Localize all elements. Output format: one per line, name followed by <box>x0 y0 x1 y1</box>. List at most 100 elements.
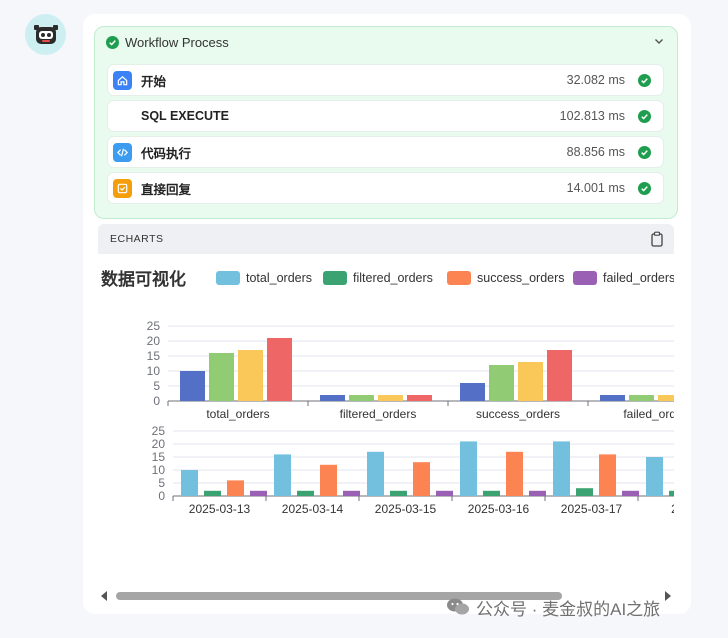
bar <box>274 454 291 496</box>
step-name: 直接回复 <box>141 182 192 197</box>
bar <box>599 454 616 496</box>
x-tick-label: filtered_orders <box>340 407 417 421</box>
bar <box>436 490 453 496</box>
bar <box>576 488 593 496</box>
code-block-header: ECHARTS <box>98 224 674 254</box>
check-circle-icon <box>638 110 651 123</box>
code-icon <box>113 142 132 162</box>
y-tick-label: 20 <box>152 437 166 451</box>
step-time: 102.813 ms <box>559 109 625 123</box>
step-time: 14.001 ms <box>566 181 625 195</box>
workflow-title: Workflow Process <box>125 34 229 50</box>
bar-chart-bottom: 051015 2025 2025-03-13 2025-03-14 2025-03-15… <box>152 424 674 516</box>
workflow-header[interactable]: Workflow Process <box>95 27 677 57</box>
bar <box>209 353 234 401</box>
x-tick-label: 2025-03-16 <box>468 502 530 516</box>
assistant-avatar <box>25 14 66 55</box>
bar <box>181 470 198 496</box>
step-time: 32.082 ms <box>566 73 625 87</box>
step-name: 代码执行 <box>141 146 192 161</box>
bar <box>413 462 430 496</box>
y-tick-label: 5 <box>158 476 165 490</box>
legend-label: failed_orders <box>603 271 674 285</box>
bar <box>180 371 205 401</box>
code-block-language: ECHARTS <box>110 233 164 245</box>
x-tick-label: success_orders <box>476 407 560 421</box>
legend-swatch <box>323 271 347 285</box>
legend-label: filtered_orders <box>353 271 433 285</box>
bar <box>460 383 485 401</box>
watermark-text: 公众号 · 麦金叔的AI之旅 <box>476 599 661 619</box>
legend-label: success_orders <box>477 271 565 285</box>
chart-title: 数据可视化 <box>101 269 186 289</box>
x-tick-label: 2025-03-15 <box>375 502 437 516</box>
message-card: Workflow Process 开始 32.082 ms SQL EXECUT… <box>83 14 691 614</box>
workflow-step-sql[interactable]: SQL EXECUTE 102.813 ms <box>107 100 664 132</box>
bar <box>343 490 360 496</box>
bar <box>407 395 432 401</box>
y-tick-label: 20 <box>147 334 161 348</box>
y-tick-label: 15 <box>152 450 166 464</box>
workflow-step-code[interactable]: 代码执行 88.856 ms <box>107 136 664 168</box>
legend-swatch <box>447 271 471 285</box>
x-tick-label: failed_orders <box>623 407 674 421</box>
clipboard-icon[interactable] <box>650 231 664 247</box>
y-tick-label: 10 <box>152 463 166 477</box>
home-icon <box>113 70 132 90</box>
bar <box>506 451 523 496</box>
bar <box>629 395 654 401</box>
check-circle-icon <box>638 146 651 159</box>
x-tick-label: 2025-03-13 <box>189 502 251 516</box>
bar <box>367 451 384 496</box>
chevron-down-icon[interactable] <box>652 34 666 48</box>
bar <box>489 365 514 401</box>
bar <box>297 490 314 496</box>
chart-svg: 数据可视化 total_orders filtered_orders success… <box>101 269 674 516</box>
x-tick-label: 2025-03-17 <box>561 502 623 516</box>
x-tick-label: 2025-03-14 <box>282 502 344 516</box>
bar <box>529 490 546 496</box>
bar <box>267 338 292 401</box>
bar <box>349 395 374 401</box>
y-tick-label: 25 <box>147 319 161 333</box>
y-tick-label: 0 <box>158 489 165 503</box>
bar <box>553 441 570 496</box>
scroll-left-arrow[interactable] <box>101 591 107 601</box>
x-tick-label: 2025 <box>671 502 674 516</box>
workflow-step-reply[interactable]: 直接回复 14.001 ms <box>107 172 664 204</box>
scroll-right-arrow[interactable] <box>665 591 671 601</box>
step-icon-empty <box>113 107 132 126</box>
wechat-icon <box>447 598 469 615</box>
bar <box>518 362 543 401</box>
y-tick-label: 0 <box>153 394 160 408</box>
bar <box>547 350 572 401</box>
bar <box>378 395 403 401</box>
robot-icon <box>33 24 58 44</box>
bar <box>320 395 345 401</box>
legend-label: total_orders <box>246 271 312 285</box>
y-tick-label: 15 <box>147 349 161 363</box>
watermark: 公众号 · 麦金叔的AI之旅 <box>446 595 660 619</box>
chart-legend: total_orders filtered_orders success_order… <box>216 271 674 285</box>
bar <box>204 490 221 496</box>
bar <box>227 480 244 496</box>
bar <box>390 490 407 496</box>
bar <box>483 490 500 496</box>
check-circle-icon <box>106 35 119 49</box>
chart-container: 数据可视化 total_orders filtered_orders success… <box>98 254 674 584</box>
bar <box>646 457 663 496</box>
workflow-step-start[interactable]: 开始 32.082 ms <box>107 64 664 96</box>
legend-swatch <box>573 271 597 285</box>
bar-chart-top: 0510152025 total_orders filtered_orders suc… <box>147 319 674 421</box>
bar <box>460 441 477 496</box>
step-name: 开始 <box>141 74 167 89</box>
legend-swatch <box>216 271 240 285</box>
workflow-panel: Workflow Process 开始 32.082 ms SQL EXECUT… <box>94 26 678 219</box>
bar <box>622 490 639 496</box>
bar <box>250 490 267 496</box>
step-name: SQL EXECUTE <box>141 109 229 123</box>
check-circle-icon <box>638 74 651 87</box>
bar <box>658 395 674 401</box>
bar <box>669 490 674 496</box>
y-tick-label: 5 <box>153 379 160 393</box>
